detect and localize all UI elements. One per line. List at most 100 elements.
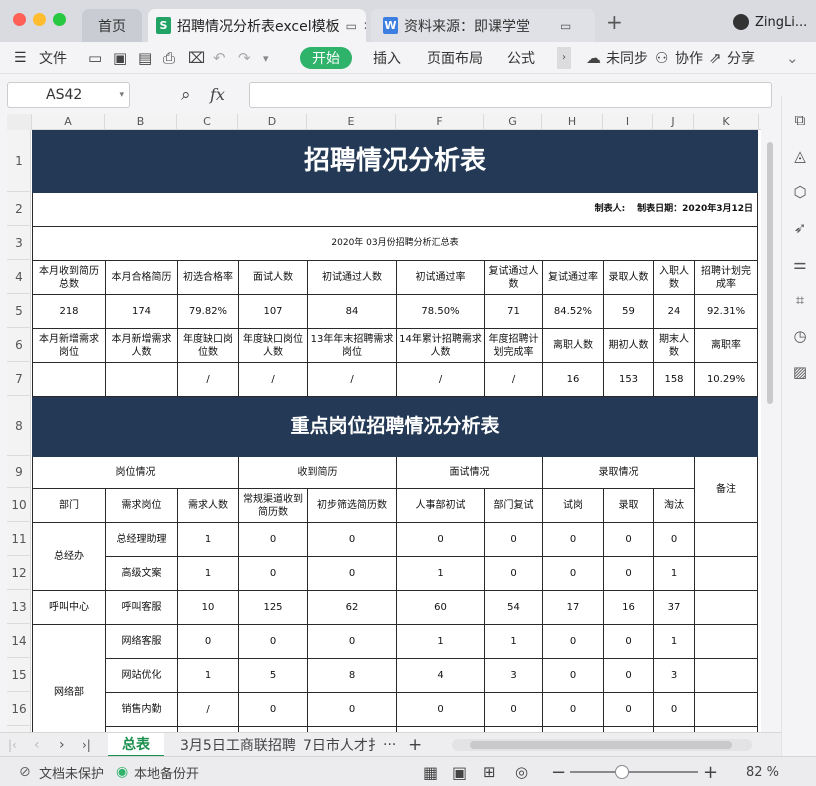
table-cell[interactable]: 5 [238, 658, 308, 693]
table-cell[interactable]: 0 [238, 692, 308, 727]
table-cell[interactable]: 16 [603, 590, 654, 625]
table-cell[interactable]: 174 [105, 294, 178, 329]
column-title[interactable]: 需求岗位 [105, 488, 178, 523]
table-cell[interactable]: 0 [238, 556, 308, 591]
tab-spreadsheet[interactable]: S 招聘情况分析表excel模板 ▭ ✕ [148, 9, 366, 42]
sheet-tab-total[interactable]: 总表 [108, 733, 164, 757]
table-cell[interactable]: 初试通过人数 [307, 260, 397, 295]
column-title[interactable]: 需求人数 [177, 488, 239, 523]
table-cell[interactable]: 复试通过率 [542, 260, 604, 295]
table-cell[interactable] [32, 362, 106, 397]
table-cell[interactable]: 1 [177, 522, 239, 557]
table-cell[interactable]: 0 [603, 658, 654, 693]
protection-status[interactable]: 文档未保护 [39, 757, 104, 786]
hexagon-icon[interactable]: ⬡ [790, 182, 810, 202]
table-cell[interactable]: 0 [307, 692, 397, 727]
table-cell[interactable]: 0 [484, 556, 543, 591]
zoom-window-button[interactable] [53, 13, 66, 26]
zoom-slider-handle[interactable] [615, 765, 629, 779]
table-cell[interactable]: 入职人数 [653, 260, 695, 295]
image-icon[interactable]: ▨ [790, 362, 810, 382]
table-cell[interactable]: 79.82% [177, 294, 239, 329]
fill-icon[interactable]: ◬ [790, 146, 810, 166]
table-cell[interactable]: / [484, 362, 543, 397]
format-painter-icon[interactable]: ⌧ [188, 42, 205, 74]
monitor-icon[interactable]: ▭ [560, 19, 571, 33]
open-folder-icon[interactable]: ▭ [88, 42, 102, 74]
table-cell[interactable]: 54 [484, 590, 543, 625]
function-icon[interactable]: fx [210, 85, 225, 104]
close-tab-icon[interactable]: ✕ [363, 19, 366, 33]
close-window-button[interactable] [13, 13, 26, 26]
group-header[interactable]: 备注 [693, 456, 759, 523]
zoom-search-icon[interactable]: ⌕ [181, 85, 191, 105]
meta-cell[interactable]: 制表人: 制表日期：2020年3月12日 [32, 192, 759, 227]
table-cell[interactable]: 92.31% [693, 294, 759, 329]
table-cell[interactable]: 14年累计招聘需求人数 [396, 328, 485, 363]
table-cell[interactable]: 0 [307, 522, 397, 557]
table-cell[interactable]: 1 [177, 556, 239, 591]
zoom-out-button[interactable]: − [551, 757, 566, 786]
table-cell[interactable] [693, 658, 759, 693]
table-cell[interactable]: 初试通过率 [396, 260, 485, 295]
column-header[interactable]: F [396, 114, 484, 130]
tab-document[interactable]: W 资料来源：即课学堂 ▭ [371, 9, 595, 42]
column-header[interactable]: D [238, 114, 307, 130]
page-view-icon[interactable]: ▣ [452, 757, 467, 786]
sync-status[interactable]: 未同步 [606, 42, 648, 74]
row-header[interactable]: 1 [7, 130, 31, 192]
table-cell[interactable]: 0 [307, 556, 397, 591]
share-icon[interactable]: ⇗ [709, 42, 722, 74]
row-header[interactable]: 12 [7, 556, 31, 590]
tab-start[interactable]: 开始 [300, 47, 352, 69]
row-header[interactable]: 14 [7, 624, 31, 658]
cloud-icon[interactable]: ☁ [586, 42, 601, 74]
table-cell[interactable]: 0 [238, 522, 308, 557]
vertical-scrollbar[interactable] [765, 130, 775, 732]
table-cell[interactable]: 59 [603, 294, 654, 329]
eye-icon[interactable]: ◎ [515, 757, 528, 786]
undo-icon[interactable]: ↶ [213, 42, 226, 74]
department-cell[interactable]: 呼叫中心 [32, 590, 106, 625]
collaborate-button[interactable]: 协作 [675, 42, 703, 74]
tab-page-layout[interactable]: 页面布局 [427, 42, 483, 74]
table-cell[interactable]: 218 [32, 294, 106, 329]
row-header[interactable]: 15 [7, 658, 31, 692]
table-cell[interactable]: / [177, 362, 239, 397]
table-cell[interactable]: 本月合格简历 [105, 260, 178, 295]
table-cell[interactable]: 总经理助理 [105, 522, 178, 557]
history-icon[interactable]: ◷ [790, 326, 810, 346]
table-cell[interactable]: 60 [396, 590, 485, 625]
table-cell[interactable]: 面试人数 [238, 260, 308, 295]
row-header[interactable]: 9 [7, 456, 31, 488]
row-header[interactable]: 4 [7, 260, 31, 294]
first-sheet-icon[interactable]: |‹ [8, 733, 17, 757]
column-title[interactable]: 录取 [603, 488, 654, 523]
table-cell[interactable]: 0 [542, 692, 604, 727]
table-cell[interactable]: 0 [653, 692, 695, 727]
hamburger-icon[interactable]: ☰ [14, 42, 27, 74]
user-icon[interactable]: ⚇ [655, 42, 668, 74]
save-icon[interactable]: ▣ [113, 42, 127, 74]
table-cell[interactable]: 年度缺口岗位人数 [238, 328, 308, 363]
table-cell[interactable]: 0 [603, 692, 654, 727]
table-cell[interactable]: 17 [542, 590, 604, 625]
table-cell[interactable]: 24 [653, 294, 695, 329]
last-sheet-icon[interactable]: ›| [82, 733, 91, 757]
table-cell[interactable]: 高级文案 [105, 556, 178, 591]
column-title[interactable]: 部门 [32, 488, 106, 523]
table-cell[interactable]: 4 [396, 658, 485, 693]
column-header[interactable]: H [542, 114, 603, 130]
table-cell[interactable]: 网站优化 [105, 658, 178, 693]
table-cell[interactable]: 1 [653, 556, 695, 591]
group-header[interactable]: 录取情况 [542, 456, 695, 489]
sheet-tab[interactable]: 7日市人才扌 [303, 733, 395, 757]
table-cell[interactable] [693, 692, 759, 727]
formula-input[interactable] [249, 82, 772, 108]
zoom-slider[interactable] [570, 765, 698, 779]
column-header[interactable]: E [307, 114, 396, 130]
table-cell[interactable]: 10.29% [693, 362, 759, 397]
table-cell[interactable]: 期末人数 [653, 328, 695, 363]
table-cell[interactable]: 网络客服 [105, 624, 178, 659]
prev-sheet-icon[interactable]: ‹ [34, 733, 40, 757]
